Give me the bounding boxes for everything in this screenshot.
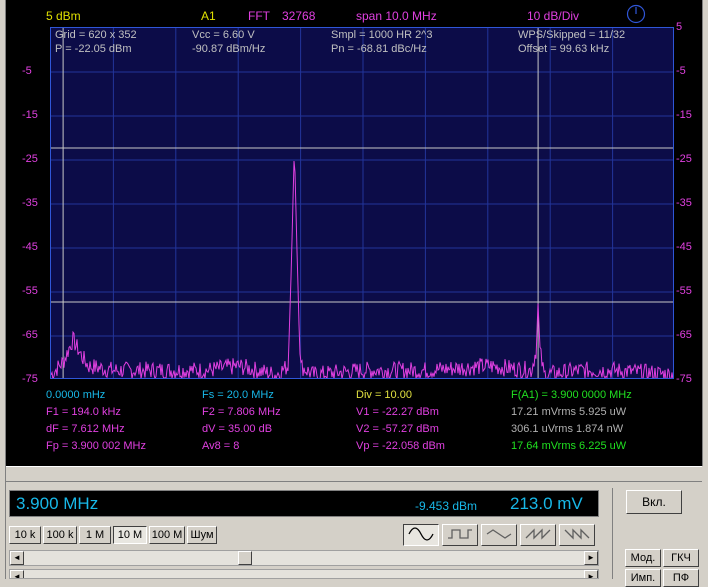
plot-canvas	[51, 28, 673, 378]
span-label: span 10.0 MHz	[356, 9, 437, 23]
readout-div: Div = 10.00	[356, 389, 412, 401]
readout-v1-rms: 17.21 mVrms 5.925 uW	[511, 406, 627, 418]
readout-dv: dV = 35.00 dB	[202, 423, 273, 435]
generator-panel: 3.900 MHz -9.453 dBm 213.0 mV Вкл. 10 k1…	[6, 466, 702, 587]
generator-display: 3.900 MHz -9.453 dBm 213.0 mV	[9, 490, 599, 517]
y-tick-right: 5	[676, 21, 683, 33]
readout-fa1: F(A1) = 3.900 0000 MHz	[511, 389, 632, 401]
gkch-button[interactable]: ГКЧ	[663, 549, 699, 567]
y-tick-right: -65	[676, 329, 692, 341]
y-tick-right: -35	[676, 197, 692, 209]
right-frame	[702, 0, 708, 466]
sine-wave-button[interactable]	[403, 524, 439, 546]
readout-f1: F1 = 194.0 kHz	[46, 406, 121, 418]
readout-f2: F2 = 7.806 MHz	[202, 406, 281, 418]
triangle-wave-button[interactable]	[481, 524, 517, 546]
sawtooth-down-icon	[564, 528, 590, 540]
sine-wave-icon	[408, 527, 434, 541]
readout-v1: V1 = -22.27 dBm	[356, 406, 439, 418]
readout-fs: Fs = 20.0 MHz	[202, 389, 274, 401]
readout-zero: 0.0000 mHz	[46, 389, 106, 401]
readout-v2: V2 = -57.27 dBm	[356, 423, 439, 435]
generator-frequency: 3.900 MHz	[16, 494, 99, 513]
info-wps: WPS/Skipped = 11/32	[518, 29, 626, 41]
info-vcc: Vcc = 6.60 V	[192, 29, 255, 41]
y-tick-left: -25	[22, 153, 38, 165]
scroll-right-icon[interactable]: ►	[584, 551, 598, 565]
y-tick-right: -5	[676, 65, 686, 77]
info-dbmhz: -90.87 dBm/Hz	[192, 43, 266, 55]
sawtooth-down-button[interactable]	[559, 524, 595, 546]
info-power: P = -22.05 dBm	[55, 43, 132, 55]
range-button[interactable]: 1 M	[79, 526, 111, 544]
y-tick-right: -15	[676, 109, 692, 121]
panel-divider	[612, 488, 613, 579]
div-label: 10 dB/Div	[527, 9, 580, 23]
readout-vp: Vp = -22.058 dBm	[356, 440, 445, 452]
info-grid: Grid = 620 x 352	[55, 29, 137, 41]
y-tick-left: -65	[22, 329, 38, 341]
y-tick-right: -45	[676, 241, 692, 253]
y-tick-right: -75	[676, 373, 692, 385]
info-offset: Offset = 99.63 kHz	[518, 43, 610, 55]
range-button[interactable]: 100 M	[149, 526, 185, 544]
scroll-thumb[interactable]	[238, 551, 252, 565]
pf-button[interactable]: ПФ	[663, 569, 699, 587]
imp-button[interactable]: Имп.	[625, 569, 661, 587]
square-wave-icon	[448, 529, 472, 539]
y-tick-left: -5	[22, 65, 32, 77]
generator-voltage: 213.0 mV	[510, 494, 583, 513]
enable-button[interactable]: Вкл.	[626, 490, 682, 514]
y-tick-left: -35	[22, 197, 38, 209]
mod-button[interactable]: Мод.	[625, 549, 661, 567]
panel-separator	[6, 466, 702, 482]
square-wave-button[interactable]	[442, 524, 478, 546]
spectrum-plot[interactable]: Grid = 620 x 352 P = -22.05 dBm Vcc = 6.…	[50, 27, 674, 379]
readout-fp: Fp = 3.900 002 MHz	[46, 440, 146, 452]
y-tick-left: -15	[22, 109, 38, 121]
sawtooth-up-button[interactable]	[520, 524, 556, 546]
channel-label: A1	[201, 9, 216, 23]
frequency-scrollbar[interactable]: ◄ ►	[9, 550, 599, 566]
info-pn: Pn = -68.81 dBc/Hz	[331, 43, 427, 55]
readout-vp-rms: 17.64 mVrms 6.225 uW	[511, 440, 627, 452]
range-button[interactable]: 100 k	[43, 526, 77, 544]
fft-size: 32768	[282, 9, 316, 23]
scroll-left-icon-2[interactable]: ◄	[10, 570, 24, 578]
generator-level-dbm: -9.453 dBm	[415, 499, 478, 513]
y-tick-right: -25	[676, 153, 692, 165]
ref-level: 5 dBm	[46, 9, 81, 23]
range-button[interactable]: 10 M	[113, 526, 147, 544]
sawtooth-up-icon	[525, 528, 551, 540]
spectrum-display[interactable]: 5 dBm A1 FFT 32768 span 10.0 MHz 10 dB/D…	[6, 0, 702, 466]
triangle-wave-icon	[486, 529, 512, 539]
level-scrollbar[interactable]: ◄ ►	[9, 569, 599, 579]
readout-df: dF = 7.612 MHz	[46, 423, 125, 435]
fft-label: FFT	[248, 9, 270, 23]
y-tick-right: -55	[676, 285, 692, 297]
range-button[interactable]: 10 k	[9, 526, 41, 544]
readout-v2-rms: 306.1 uVrms 1.874 nW	[511, 423, 624, 435]
readout-av: Av8 = 8	[202, 440, 240, 452]
y-tick-left: -45	[22, 241, 38, 253]
y-tick-left: -75	[22, 373, 38, 385]
scroll-right-icon-2[interactable]: ►	[584, 570, 598, 578]
scroll-left-icon[interactable]: ◄	[10, 551, 24, 565]
info-smpl: Smpl = 1000 HR 2^3	[331, 29, 433, 41]
range-button[interactable]: Шум	[187, 526, 217, 544]
y-tick-left: -55	[22, 285, 38, 297]
power-icon[interactable]	[626, 4, 646, 24]
